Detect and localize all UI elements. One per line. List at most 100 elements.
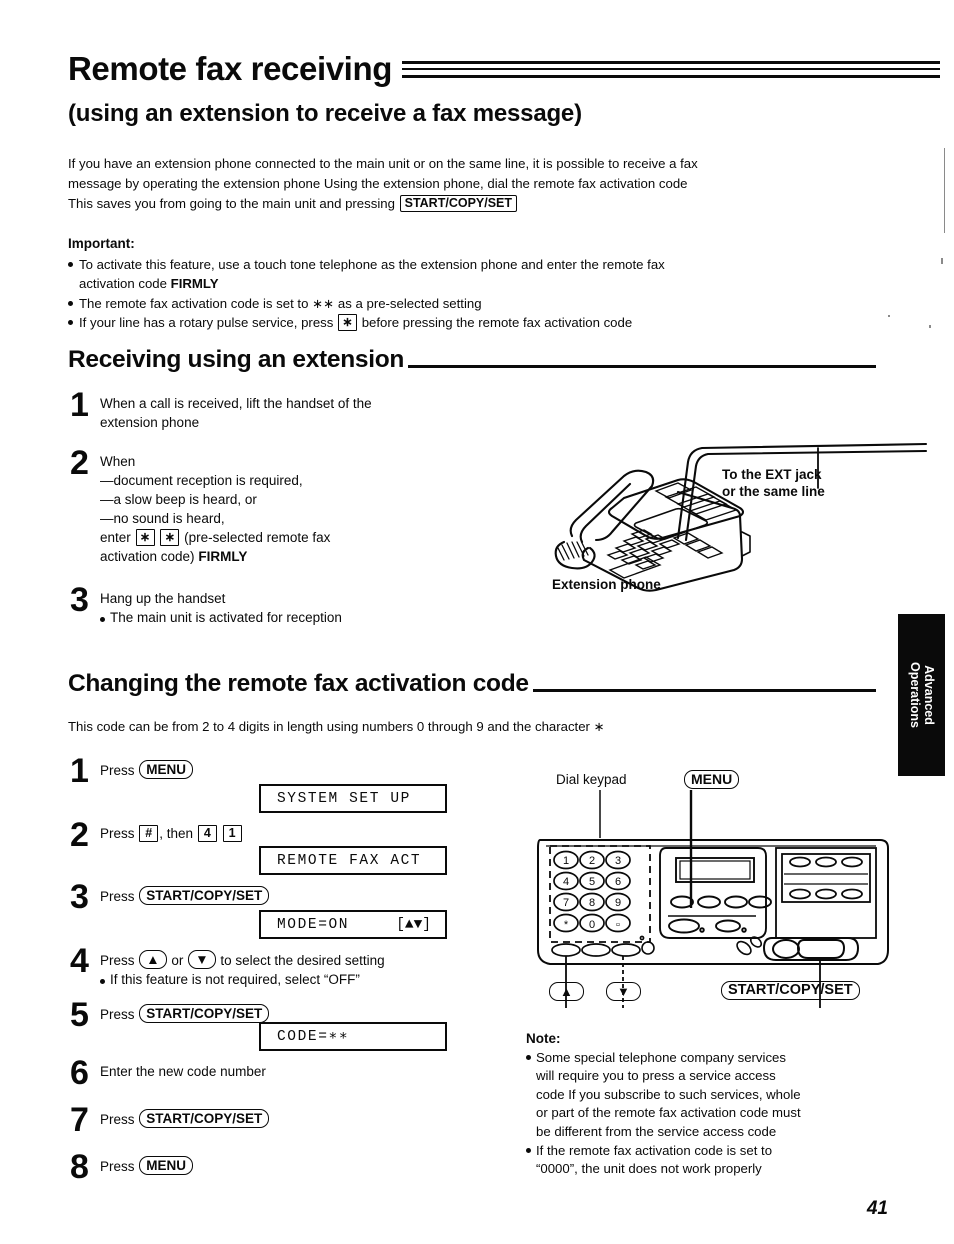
up-arrow-keycap-figure: ▲ xyxy=(549,982,584,1001)
scan-artifact xyxy=(929,325,931,328)
important-bullet-3-post: before pressing the remote fax activatio… xyxy=(361,315,633,330)
step-body: When —document reception is required, —a… xyxy=(100,448,330,566)
start-copy-set-keycap: START/COPY/SET xyxy=(139,1004,270,1023)
important-bullet-3-pre: If your line has a rotary pulse service,… xyxy=(79,315,334,330)
step-body: Press MENU xyxy=(100,756,194,786)
up-arrow-keycap: ▲ xyxy=(139,950,167,969)
asterisk-keycap: ∗ xyxy=(135,529,155,546)
bullet-dot-icon xyxy=(100,617,105,622)
press-label: Press xyxy=(100,826,135,841)
note-bullet-2-line-2: “0000”, the unit does not work properly xyxy=(536,1161,762,1177)
changing-intro-text: This code can be from 2 to 4 digits in l… xyxy=(68,719,605,734)
down-arrow-keycap: ▼ xyxy=(188,950,216,969)
note-bullet-1-line-3: code If you subscribe to such services, … xyxy=(536,1086,801,1102)
hash-keycap: # xyxy=(139,825,159,842)
firmly-emphasis: FIRMLY xyxy=(198,549,248,564)
page-subtitle: (using an extension to receive a fax mes… xyxy=(68,100,582,127)
step-body: Press #, then 4 1 xyxy=(100,820,243,850)
receiving-step-1: 1 When a call is received, lift the hand… xyxy=(70,388,490,432)
step-sub-bullet-text: If this feature is not required, select … xyxy=(110,972,360,987)
important-bullet-1-line-2: activation code FIRMLY xyxy=(68,274,888,294)
then-label: , then xyxy=(159,826,194,841)
step-number: 7 xyxy=(70,1101,89,1139)
changing-step-5: 5 Press START/COPY/SET xyxy=(70,998,270,1032)
press-label: Press xyxy=(100,953,135,968)
changing-step-2: 2 Press #, then 4 1 xyxy=(70,818,243,852)
select-setting-label: to select the desired setting xyxy=(220,953,385,968)
lcd-text: REMOTE FAX ACT xyxy=(277,852,422,869)
page-title-row: Remote fax receiving xyxy=(68,52,941,85)
start-copy-set-keycap: START/COPY/SET xyxy=(139,1109,270,1128)
step-sub-bullet: If this feature is not required, select … xyxy=(100,972,360,987)
bullet-dot-icon xyxy=(68,320,73,325)
step-line-enter-code: enter ∗ ∗ (pre-selected remote fax xyxy=(100,528,330,547)
note-bullet-1-line-1: Some special telephone company services xyxy=(536,1049,786,1065)
page-number: 41 xyxy=(866,1198,888,1219)
down-arrow-keycap-figure: ▼ xyxy=(606,982,641,1001)
svg-text:2: 2 xyxy=(589,855,595,867)
changing-step-6: 6 Enter the new code number xyxy=(70,1056,266,1090)
side-tab-line-1: Advanced xyxy=(921,665,936,725)
svg-text:1: 1 xyxy=(563,855,569,867)
dial-keypad-label: Dial keypad xyxy=(556,772,627,787)
enter-label-post: (pre-selected remote fax xyxy=(184,530,331,545)
bullet-dot-icon xyxy=(68,261,73,267)
lcd-display-1: SYSTEM SET UP xyxy=(259,784,447,813)
step-sub-bullet: The main unit is activated for reception xyxy=(100,610,342,625)
manual-page: Remote fax receiving (using an extension… xyxy=(0,0,954,1244)
step-line: —a slow beep is heard, or xyxy=(100,492,257,507)
asterisk-code: ∗∗ xyxy=(312,295,335,311)
step-number: 3 xyxy=(70,878,89,916)
svg-text:▫: ▫ xyxy=(616,919,620,931)
scan-artifact xyxy=(941,258,943,264)
important-bullet-2-post: as a pre-selected setting xyxy=(337,295,482,311)
important-block: Important: To activate this feature, use… xyxy=(68,234,888,333)
step-line-select: Press ▲ or ▼ to select the desired setti… xyxy=(100,950,385,970)
note-block: Note: Some special telephone company ser… xyxy=(526,1030,886,1179)
ext-jack-callout-line-1: To the EXT jack xyxy=(722,467,822,482)
step-line-firmly: activation code) FIRMLY xyxy=(100,547,330,566)
intro-line-3-text: This saves you from going to the main un… xyxy=(68,196,395,211)
scan-artifact xyxy=(888,315,890,317)
step-body: Press MENU xyxy=(100,1152,194,1182)
side-tab-line-2: Operations xyxy=(907,662,922,728)
step-number: 8 xyxy=(70,1148,89,1186)
or-label: or xyxy=(171,953,184,968)
start-copy-set-keycap-figure: START/COPY/SET xyxy=(721,981,860,1000)
side-tab-text: Advanced Operations xyxy=(908,662,936,728)
important-bullet-1-line-1: To activate this feature, use a touch to… xyxy=(79,256,665,272)
digit-1-keycap: 1 xyxy=(222,825,242,842)
press-label: Press xyxy=(100,889,135,904)
important-title: Important: xyxy=(68,236,135,251)
lcd-display-2: REMOTE FAX ACT xyxy=(259,846,447,875)
scan-artifact xyxy=(944,148,945,233)
note-bullet-1-line-5: be different from the service access cod… xyxy=(536,1123,777,1139)
bullet-dot-icon xyxy=(68,300,73,306)
important-bullet-2: The remote fax activation code is set to… xyxy=(68,294,888,314)
note-title: Note: xyxy=(526,1031,561,1046)
side-tab-advanced-operations: Advanced Operations xyxy=(898,614,945,776)
note-bullet-1-line-2: will require you to press a service acce… xyxy=(536,1068,776,1084)
lcd-display-4: CODE=∗∗ xyxy=(259,1022,447,1051)
start-copy-set-keycap: START/COPY/SET xyxy=(399,195,518,212)
step-body: Enter the new code number xyxy=(100,1058,266,1088)
extension-phone-caption: Extension phone xyxy=(552,577,661,592)
important-bullet-1-line-2-text: activation code xyxy=(79,276,167,291)
lcd-text: CODE=∗∗ xyxy=(277,1029,350,1045)
step-number: 1 xyxy=(70,752,89,790)
step-line: Enter the new code number xyxy=(100,1064,266,1079)
step-body: When a call is received, lift the handse… xyxy=(100,390,372,432)
bullet-dot-icon xyxy=(526,1147,531,1153)
step-body: Press START/COPY/SET xyxy=(100,1000,270,1030)
step-number: 4 xyxy=(70,942,89,980)
menu-keycap-figure: MENU xyxy=(684,770,740,789)
menu-keycap: MENU xyxy=(139,760,194,779)
important-bullet-1: To activate this feature, use a touch to… xyxy=(68,255,888,275)
step-body: Hang up the handset The main unit is act… xyxy=(100,585,342,627)
lcd-display-3: MODE=ON [▲▼] xyxy=(259,910,447,939)
press-label: Press xyxy=(100,1007,135,1022)
title-rule xyxy=(401,61,941,78)
intro-line-1: If you have an extension phone connected… xyxy=(68,156,698,171)
press-label: Press xyxy=(100,1112,135,1127)
activation-code-label: activation code) xyxy=(100,549,195,564)
